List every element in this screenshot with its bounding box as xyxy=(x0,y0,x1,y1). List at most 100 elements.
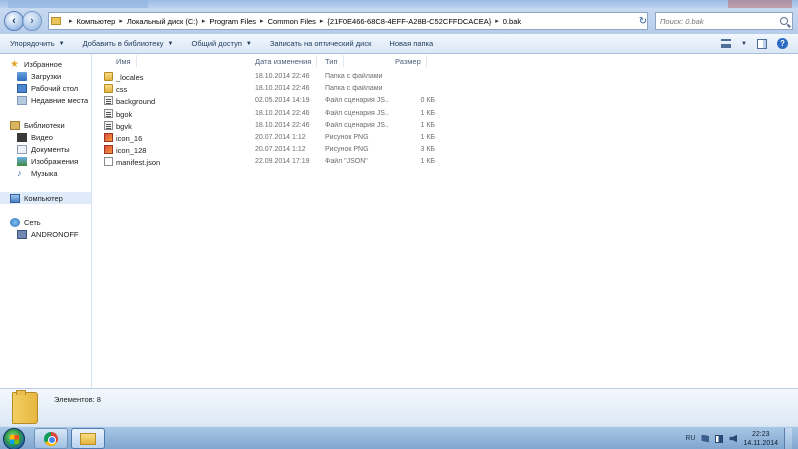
share-button[interactable]: Общий доступ ▼ xyxy=(192,39,252,48)
nav-libraries[interactable]: Библиотеки xyxy=(0,119,91,131)
script-file-icon xyxy=(104,96,113,106)
breadcrumb-common-files[interactable]: ▸ Common Files xyxy=(256,17,316,26)
help-icon[interactable]: ? xyxy=(777,38,788,49)
view-options-icon[interactable] xyxy=(721,39,732,48)
search-input[interactable] xyxy=(660,16,770,26)
share-label: Общий доступ xyxy=(191,39,242,48)
breadcrumb-label: Program Files xyxy=(209,16,257,26)
file-list: Имя Дата изменения Тип Размер _locales 1… xyxy=(93,54,798,388)
breadcrumb-current-folder[interactable]: ▸ 0.bak xyxy=(491,17,521,26)
action-center-flag-icon[interactable] xyxy=(701,434,710,443)
file-row[interactable]: bgvk 18.10.2014 22:46 Файл сценария JS..… xyxy=(93,120,453,132)
file-size: 1 КБ xyxy=(420,158,435,166)
nav-item-andronoff[interactable]: ANDRONOFF xyxy=(0,229,91,241)
burn-button[interactable]: Записать на оптический диск xyxy=(270,39,372,48)
refresh-button[interactable]: ↻ xyxy=(636,12,650,30)
item-count: Элементов: 8 xyxy=(52,395,101,404)
file-date: 22.09.2014 17:19 xyxy=(255,158,310,166)
nav-item-music[interactable]: ♪ Музыка xyxy=(0,168,91,180)
search-box[interactable] xyxy=(655,12,793,30)
start-button[interactable] xyxy=(3,428,25,449)
file-row[interactable]: icon_16 20.07.2014 1:12 Рисунок PNG 1 КБ xyxy=(93,132,453,144)
column-header-size[interactable]: Размер xyxy=(395,55,427,67)
volume-icon[interactable] xyxy=(729,434,738,443)
nav-computer[interactable]: Компьютер xyxy=(0,192,91,205)
column-header-date[interactable]: Дата изменения xyxy=(255,55,318,67)
file-type: Файл сценария JS... xyxy=(325,97,389,105)
network-status-icon[interactable] xyxy=(715,434,724,443)
nav-label: ANDRONOFF xyxy=(31,230,79,240)
add-to-library-button[interactable]: Добавить в библиотеку ▼ xyxy=(83,39,174,48)
network-icon xyxy=(10,218,20,228)
file-size: 1 КБ xyxy=(420,134,435,141)
network-computer-icon xyxy=(17,230,27,240)
file-size: 0 КБ xyxy=(420,97,435,105)
language-indicator[interactable]: RU xyxy=(685,435,695,442)
file-row[interactable]: manifest.json 22.09.2014 17:19 Файл "JSO… xyxy=(93,156,453,168)
file-row[interactable]: css 18.10.2014 22:46 Папка с файлами xyxy=(93,83,453,95)
star-icon: ★ xyxy=(10,58,19,70)
show-desktop-button[interactable] xyxy=(784,427,792,449)
nav-item-downloads[interactable]: Загрузки xyxy=(0,70,91,82)
png-image-icon xyxy=(104,145,113,155)
clock-time: 22:23 xyxy=(751,430,770,438)
breadcrumb-guid-folder[interactable]: ▸ {21F0E466-68C8-4EFF-A28B-C52CFFDCACEA} xyxy=(316,17,491,26)
address-bar[interactable]: ▸ Компьютер ▸ Локальный диск (C:) ▸ Program… xyxy=(48,12,648,30)
breadcrumb-computer[interactable]: ▸ Компьютер xyxy=(65,17,115,26)
back-button[interactable]: ‹ xyxy=(4,11,24,31)
breadcrumb-program-files[interactable]: ▸ Program Files xyxy=(198,17,256,26)
clock[interactable]: 22:23 14.11.2014 xyxy=(743,430,778,448)
taskbar-chrome-button[interactable] xyxy=(34,428,68,449)
file-name: _locales xyxy=(116,73,144,82)
preview-pane-icon[interactable] xyxy=(757,38,767,49)
back-arrow-icon: ‹ xyxy=(12,15,16,27)
chrome-icon xyxy=(44,431,58,446)
command-toolbar: Упорядочить ▼ Добавить в библиотеку ▼ Общи… xyxy=(0,34,798,54)
file-name: manifest.json xyxy=(116,158,161,168)
breadcrumb-label: Компьютер xyxy=(76,16,116,26)
recent-places-icon xyxy=(17,96,27,106)
nav-item-pictures[interactable]: Изображения xyxy=(0,156,91,168)
downloads-icon xyxy=(17,71,27,81)
nav-item-video[interactable]: Видео xyxy=(0,131,91,143)
file-row[interactable]: icon_128 20.07.2014 1:12 Рисунок PNG 3 К… xyxy=(93,144,453,156)
chevron-down-icon: ▼ xyxy=(167,40,174,47)
desktop-icon xyxy=(17,83,27,93)
nav-item-recent-places[interactable]: Недавние места xyxy=(0,95,91,107)
png-image-icon xyxy=(104,133,113,142)
file-size: 1 КБ xyxy=(420,109,435,117)
breadcrumb-local-disk[interactable]: ▸ Локальный диск (C:) xyxy=(115,17,198,26)
column-headers: Имя Дата изменения Тип Размер xyxy=(93,54,798,68)
column-header-name[interactable]: Имя xyxy=(116,55,137,67)
folder-icon xyxy=(104,72,113,81)
nav-label: Документы xyxy=(31,144,70,154)
file-type: Рисунок PNG xyxy=(325,134,369,141)
chevron-right-icon: ▸ xyxy=(319,18,324,25)
file-row[interactable]: _locales 18.10.2014 22:46 Папка с файлам… xyxy=(93,71,453,83)
json-file-icon xyxy=(104,157,113,167)
nav-network[interactable]: Сеть xyxy=(0,216,91,228)
column-header-type[interactable]: Тип xyxy=(325,55,343,67)
nav-label: Музыка xyxy=(31,169,58,179)
file-type: Файл "JSON" xyxy=(325,158,368,166)
window-controls[interactable] xyxy=(728,0,792,8)
chevron-down-icon[interactable]: ▼ xyxy=(741,41,747,47)
new-folder-label: Новая папка xyxy=(389,39,434,48)
nav-item-desktop[interactable]: Рабочий стол xyxy=(0,82,91,94)
search-icon[interactable] xyxy=(780,17,788,25)
forward-button[interactable]: › xyxy=(22,11,42,31)
taskbar-explorer-button[interactable] xyxy=(71,428,105,449)
refresh-icon: ↻ xyxy=(638,15,648,27)
nav-label: Библиотеки xyxy=(24,120,65,130)
chevron-right-icon: ▸ xyxy=(495,18,499,25)
nav-item-documents[interactable]: Документы xyxy=(0,143,91,155)
script-file-icon xyxy=(104,108,113,118)
nav-favorites[interactable]: ★ Избранное xyxy=(0,58,91,70)
folder-icon xyxy=(51,17,61,25)
file-row[interactable]: bgok 18.10.2014 22:46 Файл сценария JS..… xyxy=(93,108,453,120)
file-row[interactable]: background 02.05.2014 14:19 Файл сценари… xyxy=(93,95,453,107)
new-folder-button[interactable]: Новая папка xyxy=(389,39,433,48)
organize-button[interactable]: Упорядочить ▼ xyxy=(10,39,65,48)
